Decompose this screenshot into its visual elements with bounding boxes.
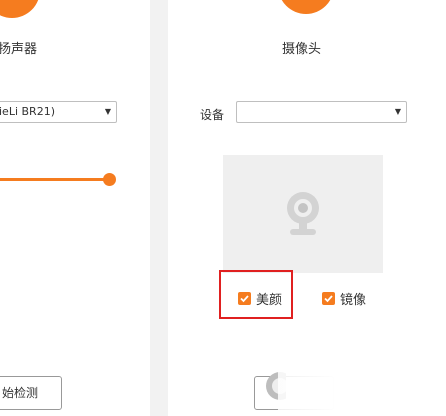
speaker-device-value: ieLi BR21) xyxy=(0,105,55,118)
camera-title: 摄像头 xyxy=(282,42,322,57)
chevron-down-icon: ▼ xyxy=(394,107,401,116)
camera-panel: 摄像头 设备 ▼ 美颜 镜像 xyxy=(168,0,446,416)
camera-icon xyxy=(278,0,334,14)
chevron-down-icon: ▼ xyxy=(104,107,111,116)
speaker-icon xyxy=(0,0,40,18)
camera-device-label: 设备 xyxy=(200,108,225,122)
volume-slider-handle[interactable] xyxy=(103,173,116,186)
volume-slider-track[interactable] xyxy=(0,178,108,181)
speaker-device-select[interactable]: ieLi BR21) ▼ xyxy=(0,101,117,123)
mirror-checkbox[interactable]: 镜像 xyxy=(322,289,366,308)
checkbox-checked-icon xyxy=(322,292,335,305)
webcam-icon xyxy=(287,192,319,235)
speaker-panel: 扬声器 ieLi BR21) ▼ 始检测 xyxy=(0,0,150,416)
camera-device-select[interactable]: ▼ xyxy=(236,101,407,123)
mirror-label: 镜像 xyxy=(340,293,367,308)
fade-overlay xyxy=(278,335,338,416)
speaker-title: 扬声器 xyxy=(0,42,38,57)
camera-preview xyxy=(223,155,383,273)
speaker-test-button[interactable]: 始检测 xyxy=(0,376,62,410)
highlight-box xyxy=(219,270,293,319)
